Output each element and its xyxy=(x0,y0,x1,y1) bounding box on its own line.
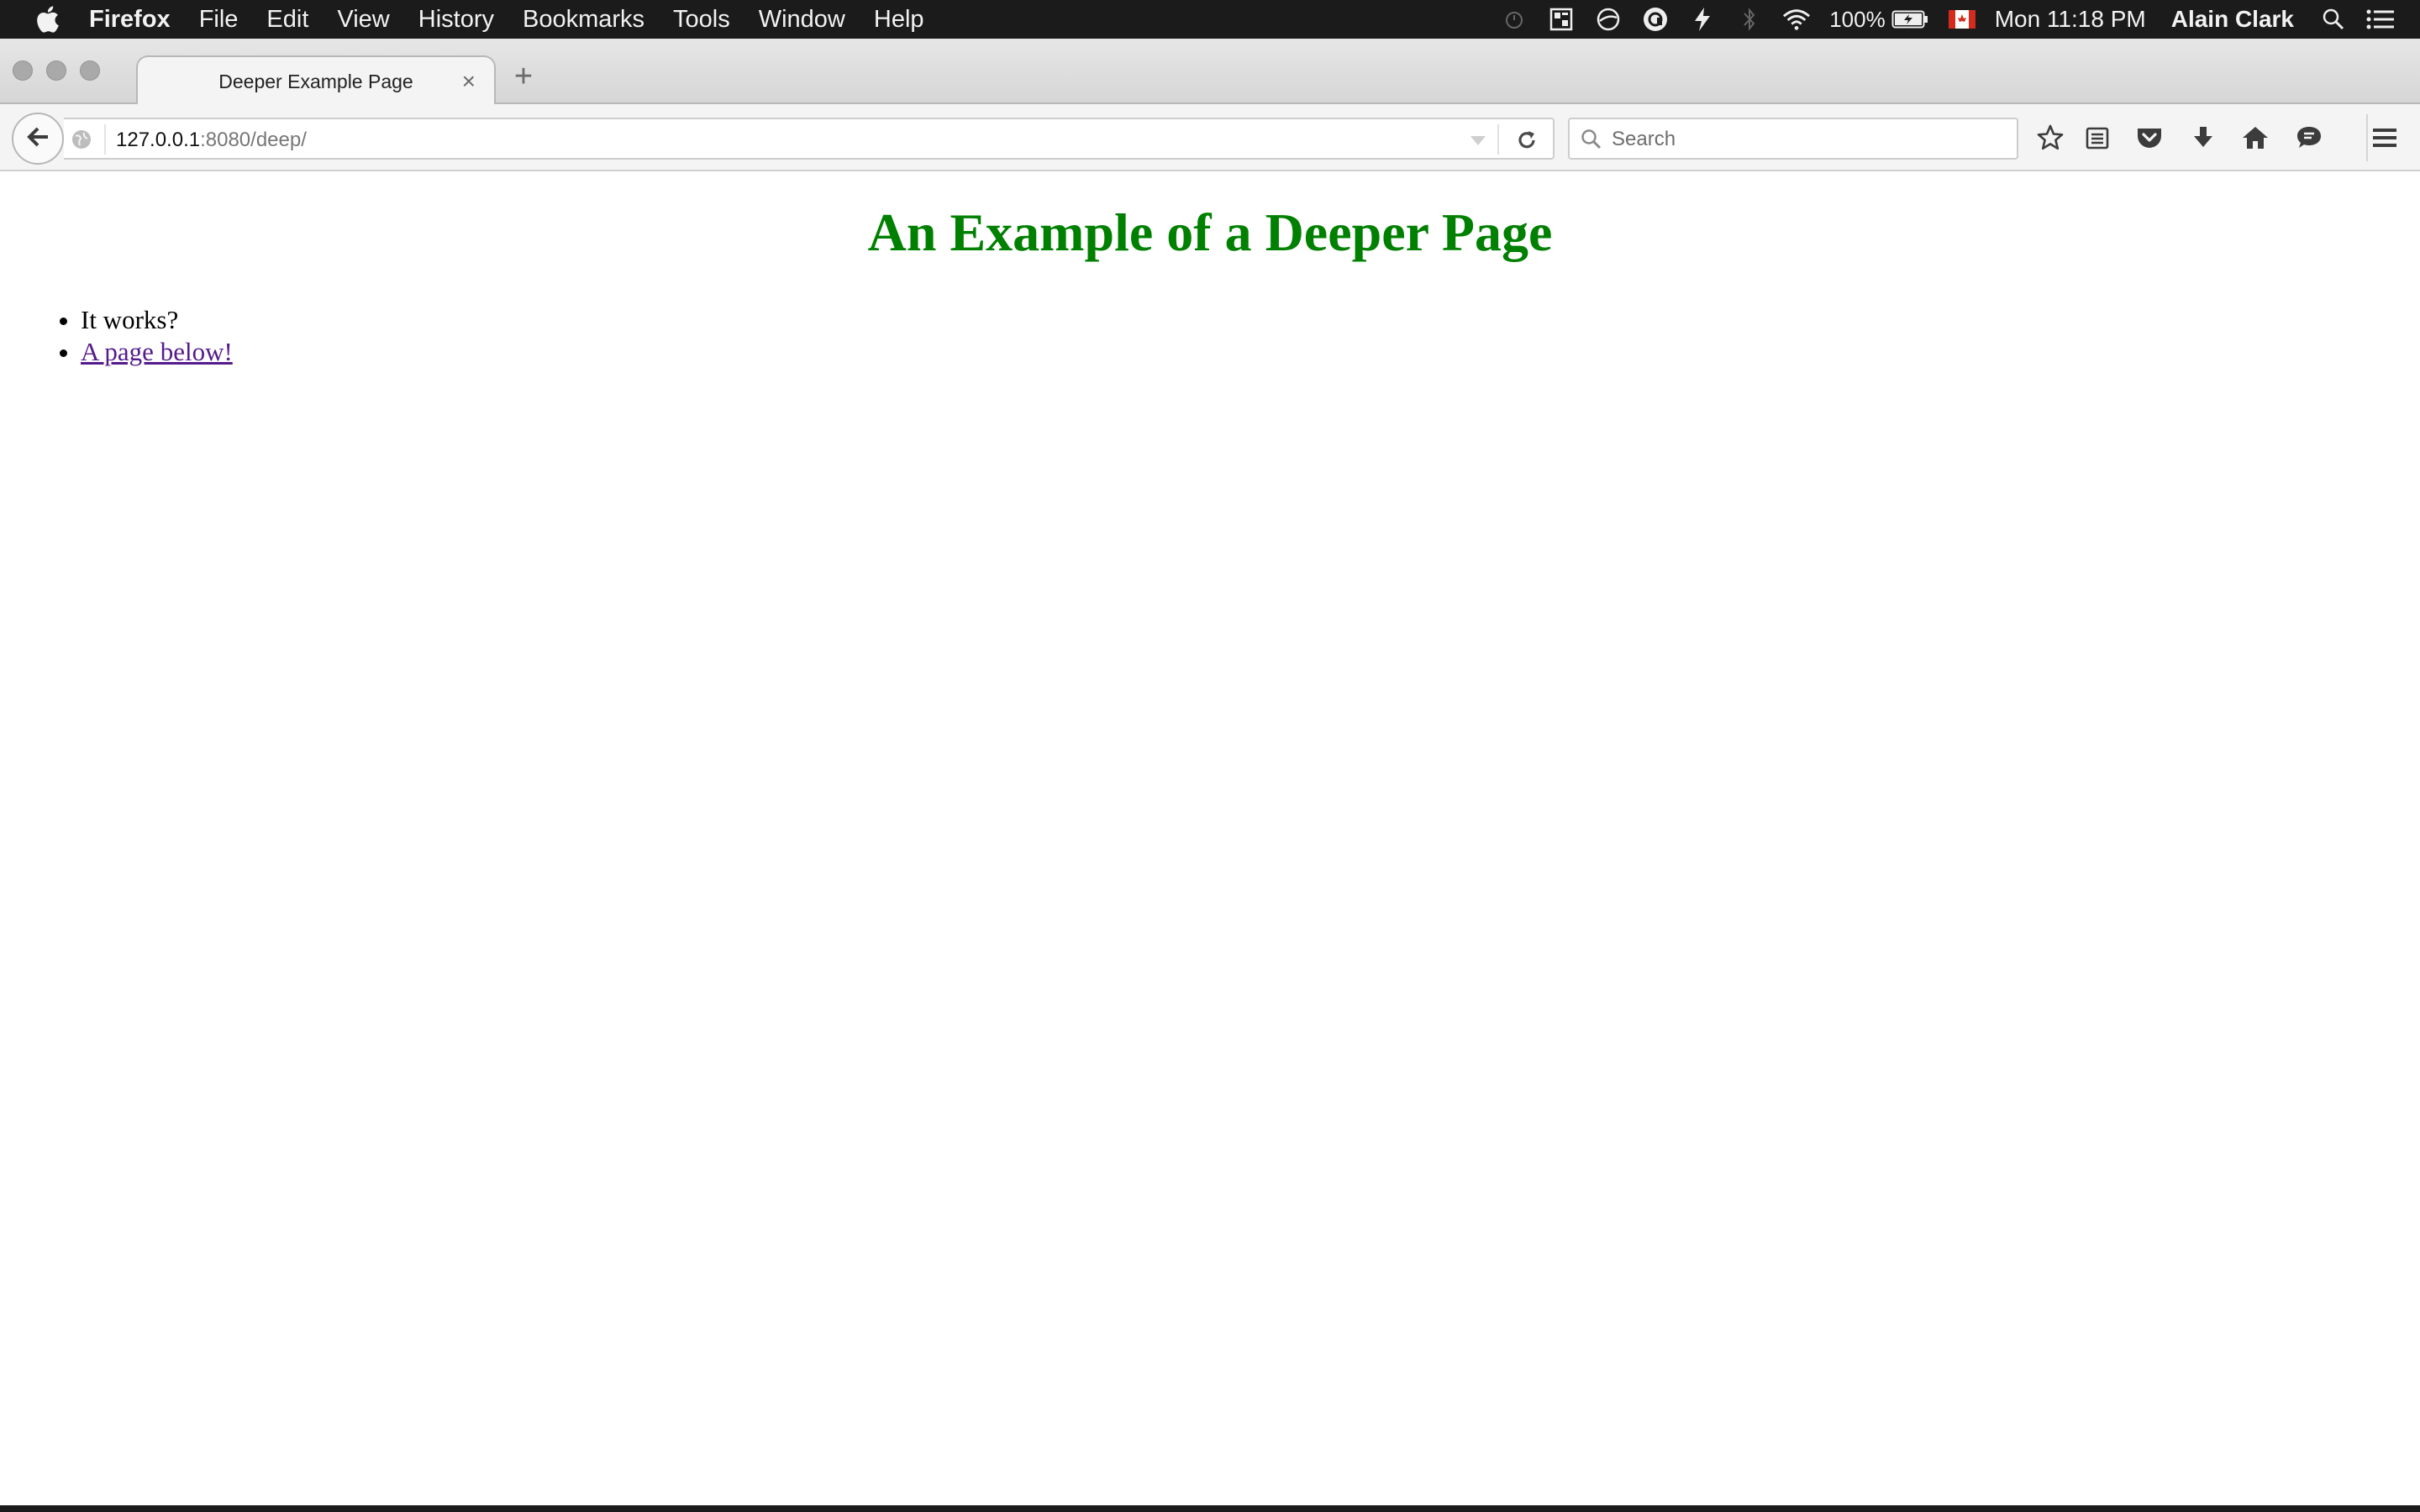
url-history-dropdown-icon[interactable] xyxy=(1469,131,1487,150)
spotlight-search-icon[interactable] xyxy=(2319,5,2348,34)
reload-icon[interactable] xyxy=(1514,128,1539,153)
macos-menu-bar: Firefox File Edit View History Bookmarks… xyxy=(0,0,2420,39)
battery-icon[interactable] xyxy=(1891,5,1929,34)
menubar-clock[interactable]: Mon 11:18 PM xyxy=(1995,6,2146,33)
bookmark-star-icon[interactable] xyxy=(2033,121,2067,155)
tab-close-icon[interactable]: × xyxy=(462,68,476,95)
navigation-toolbar: 127.0.0.1:8080/deep/ xyxy=(0,104,2420,171)
window-zoom-button[interactable] xyxy=(80,60,100,81)
new-tab-plus-icon[interactable]: + xyxy=(509,59,538,94)
url-text[interactable]: 127.0.0.1:8080/deep/ xyxy=(116,129,307,152)
menu-tools[interactable]: Tools xyxy=(673,6,730,34)
menu-bookmarks[interactable]: Bookmarks xyxy=(523,6,644,34)
menu-help[interactable]: Help xyxy=(874,6,924,34)
apple-logo-icon[interactable] xyxy=(32,4,62,34)
page-heading: An Example of a Deeper Page xyxy=(867,202,1553,262)
circle-slash-icon[interactable] xyxy=(1594,5,1623,34)
url-bar[interactable]: 127.0.0.1:8080/deep/ xyxy=(64,118,1555,160)
page-content: An Example of a Deeper Page It works? A … xyxy=(0,171,2420,1505)
canada-flag-icon[interactable] xyxy=(1948,5,1976,34)
chat-icon[interactable] xyxy=(2292,121,2326,155)
flash-app-icon[interactable] xyxy=(1688,5,1717,34)
notification-center-icon[interactable] xyxy=(2366,5,2395,34)
menu-file[interactable]: File xyxy=(199,6,239,34)
tab-title: Deeper Example Page xyxy=(218,70,413,92)
menu-view[interactable]: View xyxy=(337,6,389,34)
url-path: :8080/deep/ xyxy=(200,129,307,151)
reload-separator xyxy=(1497,124,1499,155)
reading-list-icon[interactable] xyxy=(2081,121,2114,155)
battery-percentage[interactable]: 100% xyxy=(1829,7,1886,33)
list-item-page-below: A page below! xyxy=(81,336,233,368)
list-item-text: It works? xyxy=(81,305,179,334)
window-bottom-edge xyxy=(0,1505,2420,1512)
list-item-it-works: It works? xyxy=(81,304,233,336)
search-icon xyxy=(1580,128,1603,151)
page-bullet-list: It works? A page below! xyxy=(81,304,233,368)
window-close-button[interactable] xyxy=(13,60,33,81)
download-icon[interactable] xyxy=(2186,121,2220,155)
bluetooth-icon[interactable] xyxy=(1735,5,1764,34)
menu-window[interactable]: Window xyxy=(759,6,845,34)
menu-history[interactable]: History xyxy=(418,6,494,34)
menu-app-firefox[interactable]: Firefox xyxy=(89,6,171,34)
url-separator xyxy=(104,124,106,155)
search-input[interactable] xyxy=(1612,126,2007,153)
grid-app-icon[interactable] xyxy=(1547,5,1576,34)
menu-edit[interactable]: Edit xyxy=(266,6,308,34)
wifi-icon[interactable] xyxy=(1782,5,1811,34)
tab-deeper-example-page[interactable]: Deeper Example Page × xyxy=(136,55,496,106)
back-arrow-icon xyxy=(24,123,51,155)
timer-icon[interactable] xyxy=(1500,5,1528,34)
page-below-link[interactable]: A page below! xyxy=(81,337,233,366)
tab-strip: Deeper Example Page × + xyxy=(0,39,2420,106)
window-minimize-button[interactable] xyxy=(46,60,66,81)
search-bar[interactable] xyxy=(1568,118,2018,160)
home-icon[interactable] xyxy=(2238,121,2272,155)
hamburger-menu-icon[interactable] xyxy=(2368,121,2402,155)
grammarly-icon[interactable] xyxy=(1641,5,1670,34)
site-identity-globe-icon[interactable] xyxy=(71,129,92,150)
status-menu-area: 100% Mon 11:18 PM Alain Clark xyxy=(1500,0,2420,39)
menubar-user-name[interactable]: Alain Clark xyxy=(2171,6,2294,33)
url-host: 127.0.0.1 xyxy=(116,129,201,151)
pocket-icon[interactable] xyxy=(2133,121,2166,155)
back-button[interactable] xyxy=(12,113,64,165)
